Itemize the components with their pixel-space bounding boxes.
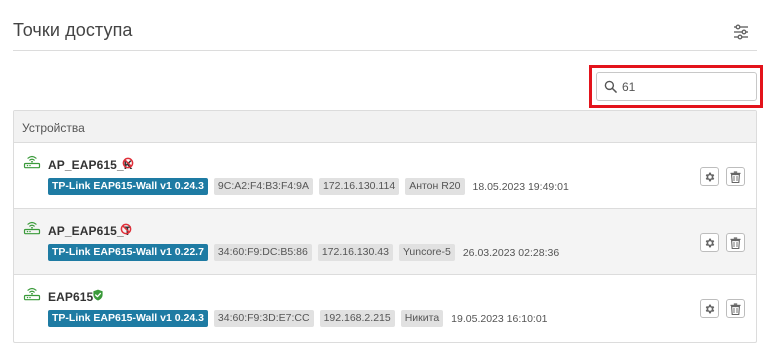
settings-button[interactable] [700, 233, 719, 252]
wifi-router-icon [23, 287, 41, 301]
shield-check-icon [93, 289, 103, 301]
filter-settings-button[interactable] [731, 22, 751, 42]
wifi-router-icon [23, 155, 41, 169]
model-badge: TP-Link EAP615-Wall v1 0.24.3 [48, 310, 208, 327]
model-badge: TP-Link EAP615-Wall v1 0.24.3 [48, 178, 208, 195]
gear-icon [705, 238, 714, 247]
page-title: Точки доступа [13, 20, 133, 40]
last-seen-date: 19.05.2023 16:10:01 [451, 312, 548, 325]
no-entry-icon [120, 223, 132, 235]
devices-header: Устройства [14, 111, 756, 143]
delete-button[interactable] [726, 167, 745, 186]
delete-button[interactable] [726, 233, 745, 252]
model-badge: TP-Link EAP615-Wall v1 0.22.7 [48, 244, 208, 261]
ip-badge: 192.168.2.215 [319, 310, 395, 327]
last-seen-date: 18.05.2023 19:49:01 [472, 180, 569, 193]
device-row[interactable]: AP_EAP615_K TP-Link EAP615-Wall v1 0.24.… [14, 143, 756, 209]
mac-badge: 34:60:F9:DC:B5:86 [213, 244, 312, 261]
device-name[interactable]: AP_EAP615_K [48, 158, 132, 172]
mac-badge: 34:60:F9:3D:E7:CC [213, 310, 314, 327]
location-badge: Yuncore-5 [398, 244, 455, 261]
ip-badge: 172.16.130.114 [318, 178, 400, 195]
search-field[interactable] [596, 72, 757, 101]
search-input[interactable] [622, 79, 742, 94]
sliders-icon [734, 24, 748, 40]
device-name[interactable]: EAP615 [48, 290, 93, 304]
trash-icon [730, 236, 741, 249]
location-badge: Никита [400, 310, 444, 327]
device-row[interactable]: EAP615 TP-Link EAP615-Wall v1 0.24.3 34:… [14, 275, 756, 341]
device-name[interactable]: AP_EAP615_T [48, 224, 131, 238]
gear-icon [705, 304, 714, 313]
title-divider [13, 50, 757, 51]
gear-icon [705, 172, 714, 181]
last-seen-date: 26.03.2023 02:28:36 [462, 246, 560, 259]
settings-button[interactable] [700, 167, 719, 186]
settings-button[interactable] [700, 299, 719, 318]
trash-icon [730, 170, 741, 183]
devices-panel: Устройства AP_EAP615_K TP-Link EAP615-Wa… [13, 110, 757, 343]
delete-button[interactable] [726, 299, 745, 318]
ip-badge: 172.16.130.43 [317, 244, 393, 261]
wifi-router-icon [23, 221, 41, 235]
magnifier-icon [604, 80, 617, 93]
no-entry-icon [122, 157, 134, 169]
trash-icon [730, 302, 741, 315]
device-tags: TP-Link EAP615-Wall v1 0.24.3 34:60:F9:3… [48, 310, 548, 327]
device-tags: TP-Link EAP615-Wall v1 0.22.7 34:60:F9:D… [48, 244, 559, 261]
device-tags: TP-Link EAP615-Wall v1 0.24.3 9C:A2:F4:B… [48, 178, 569, 195]
mac-badge: 9C:A2:F4:B3:F4:9A [213, 178, 313, 195]
device-row[interactable]: AP_EAP615_T TP-Link EAP615-Wall v1 0.22.… [14, 209, 756, 275]
location-badge: Антон R20 [405, 178, 465, 195]
